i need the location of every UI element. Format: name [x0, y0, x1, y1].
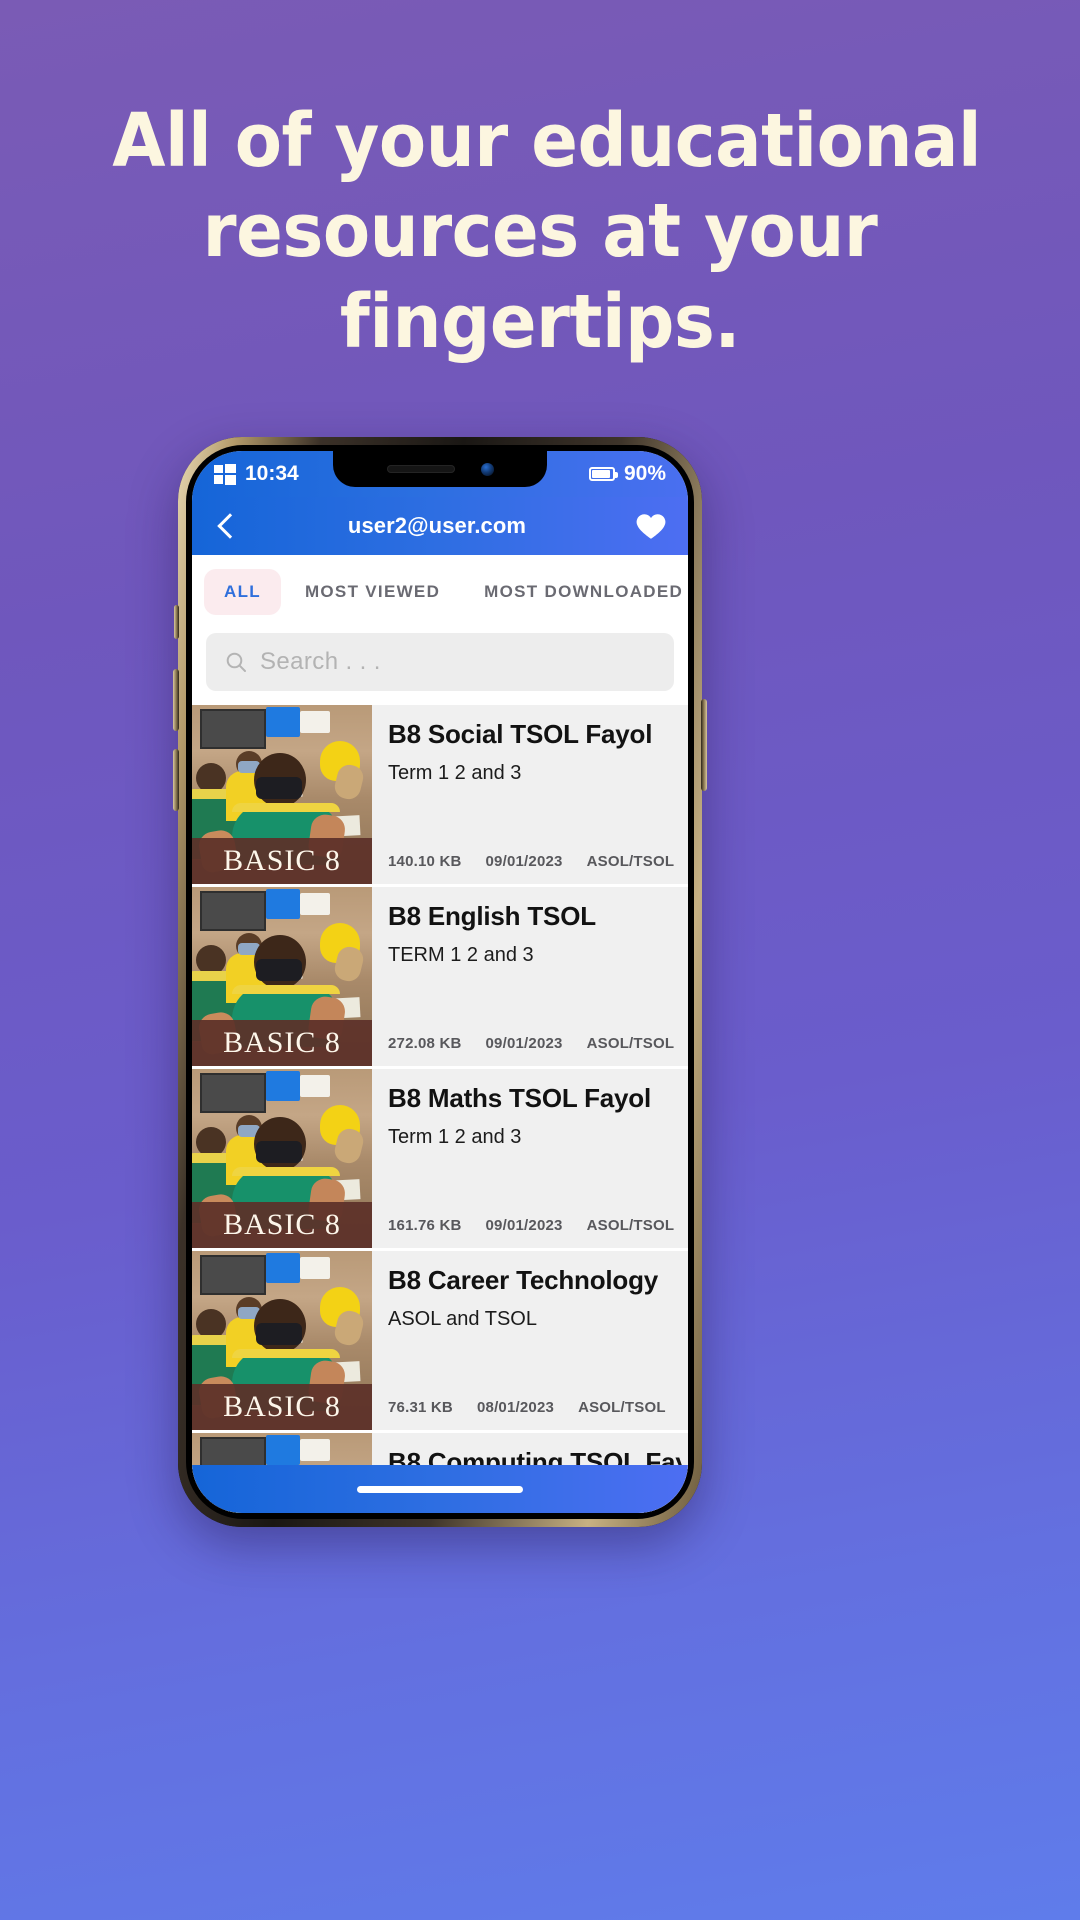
resource-title: B8 Career Technology [388, 1265, 659, 1295]
power-button[interactable] [701, 699, 707, 791]
thumbnail-label: BASIC 8 [192, 838, 372, 884]
resource-size: 76.31 KB [388, 1399, 453, 1416]
phone-mockup: 10:34 90% user2@user.com ALL MOST VIEWED… [173, 437, 707, 1527]
resource-meta: 140.10 KB 09/01/2023 ASOL/TSOL [388, 853, 682, 874]
home-indicator-area [192, 1465, 688, 1513]
resource-meta: 272.08 KB 09/01/2023 ASOL/TSOL [388, 1035, 682, 1056]
status-bar-right: 90% [588, 462, 666, 486]
headline-line-3: fingertips. [339, 278, 741, 365]
chevron-left-icon[interactable] [212, 512, 240, 540]
resource-subtitle: Term 1 2 and 3 [388, 762, 522, 784]
windows-icon [214, 463, 236, 485]
app-bar: user2@user.com [192, 497, 688, 555]
search-placeholder: Search . . . [260, 648, 381, 675]
resource-subtitle: TERM 1 2 and 3 [388, 944, 534, 966]
battery-percent-label: 90% [623, 462, 666, 485]
resource-category: ASOL/TSOL [586, 1035, 675, 1052]
list-item[interactable]: BASIC 8 B8 Maths TSOL Fayol Term 1 2 and… [192, 1069, 688, 1251]
resource-thumbnail: BASIC 8 [192, 705, 372, 884]
resource-size: 272.08 KB [388, 1035, 462, 1052]
resource-category: ASOL/TSOL [586, 853, 675, 870]
heart-icon[interactable] [634, 509, 668, 543]
promo-headline: All of your educational resources at you… [38, 96, 1042, 367]
resource-size: 161.76 KB [388, 1217, 462, 1234]
resource-title: B8 Maths TSOL Fayol [388, 1083, 651, 1113]
list-item[interactable]: BASIC 8 B8 Career Technology ASOL and TS… [192, 1251, 688, 1433]
tab-most-viewed[interactable]: MOST VIEWED [285, 569, 460, 615]
resource-category: ASOL/TSOL [586, 1217, 675, 1234]
filter-tabs: ALL MOST VIEWED MOST DOWNLOADED [192, 555, 688, 627]
resource-size: 140.10 KB [388, 853, 462, 870]
list-item[interactable]: BASIC 8 B8 English TSOL TERM 1 2 and 3 2… [192, 887, 688, 1069]
search-input[interactable]: Search . . . [206, 633, 674, 691]
resource-details: B8 Social TSOL Fayol Term 1 2 and 3 140.… [372, 705, 688, 884]
resource-thumbnail: BASIC 8 [192, 887, 372, 1066]
resource-date: 09/01/2023 [485, 1035, 563, 1052]
front-camera-icon [480, 462, 494, 476]
resource-meta: 76.31 KB 08/01/2023 ASOL/TSOL [388, 1399, 682, 1420]
resource-category: ASOL/TSOL [578, 1399, 666, 1416]
resource-subtitle: Term 1 2 and 3 [388, 1126, 522, 1148]
thumbnail-label: BASIC 8 [192, 1202, 372, 1248]
tab-all[interactable]: ALL [204, 569, 281, 615]
resource-title: B8 English TSOL [388, 901, 596, 931]
tab-most-downloaded[interactable]: MOST DOWNLOADED [464, 569, 688, 615]
resource-details: B8 Career Technology ASOL and TSOL 76.31… [372, 1251, 688, 1430]
volume-up-button[interactable] [173, 669, 179, 731]
search-icon [226, 652, 246, 672]
phone-screen: 10:34 90% user2@user.com ALL MOST VIEWED… [192, 451, 688, 1513]
resource-title: B8 Social TSOL Fayol [388, 719, 653, 749]
resource-subtitle: ASOL and TSOL [388, 1308, 537, 1330]
resource-meta: 161.76 KB 09/01/2023 ASOL/TSOL [388, 1217, 682, 1238]
page-title: user2@user.com [347, 513, 527, 538]
thumbnail-label: BASIC 8 [192, 1020, 372, 1066]
volume-down-button[interactable] [173, 749, 179, 811]
thumbnail-label: BASIC 8 [192, 1384, 372, 1430]
mute-switch[interactable] [174, 605, 179, 639]
resource-details: B8 English TSOL TERM 1 2 and 3 272.08 KB… [372, 887, 688, 1066]
resource-date: 09/01/2023 [485, 1217, 563, 1234]
list-item[interactable]: BASIC 8 B8 Social TSOL Fayol Term 1 2 an… [192, 705, 688, 887]
earpiece-speaker-icon [386, 465, 455, 473]
search-section: Search . . . [192, 627, 688, 705]
resource-date: 08/01/2023 [476, 1399, 555, 1416]
home-indicator[interactable] [357, 1485, 523, 1493]
resource-details: B8 Maths TSOL Fayol Term 1 2 and 3 161.7… [372, 1069, 688, 1248]
resource-date: 09/01/2023 [485, 853, 563, 870]
status-bar-time: 10:34 [245, 462, 299, 485]
resource-thumbnail: BASIC 8 [192, 1251, 372, 1430]
headline-line-2: resources at your [202, 188, 878, 275]
resource-thumbnail: BASIC 8 [192, 1069, 372, 1248]
battery-icon [588, 467, 618, 481]
headline-line-1: All of your educational [112, 98, 982, 184]
resource-list: BASIC 8 B8 Social TSOL Fayol Term 1 2 an… [192, 705, 688, 1513]
status-bar-left: 10:34 [214, 462, 299, 486]
notch [333, 451, 547, 487]
